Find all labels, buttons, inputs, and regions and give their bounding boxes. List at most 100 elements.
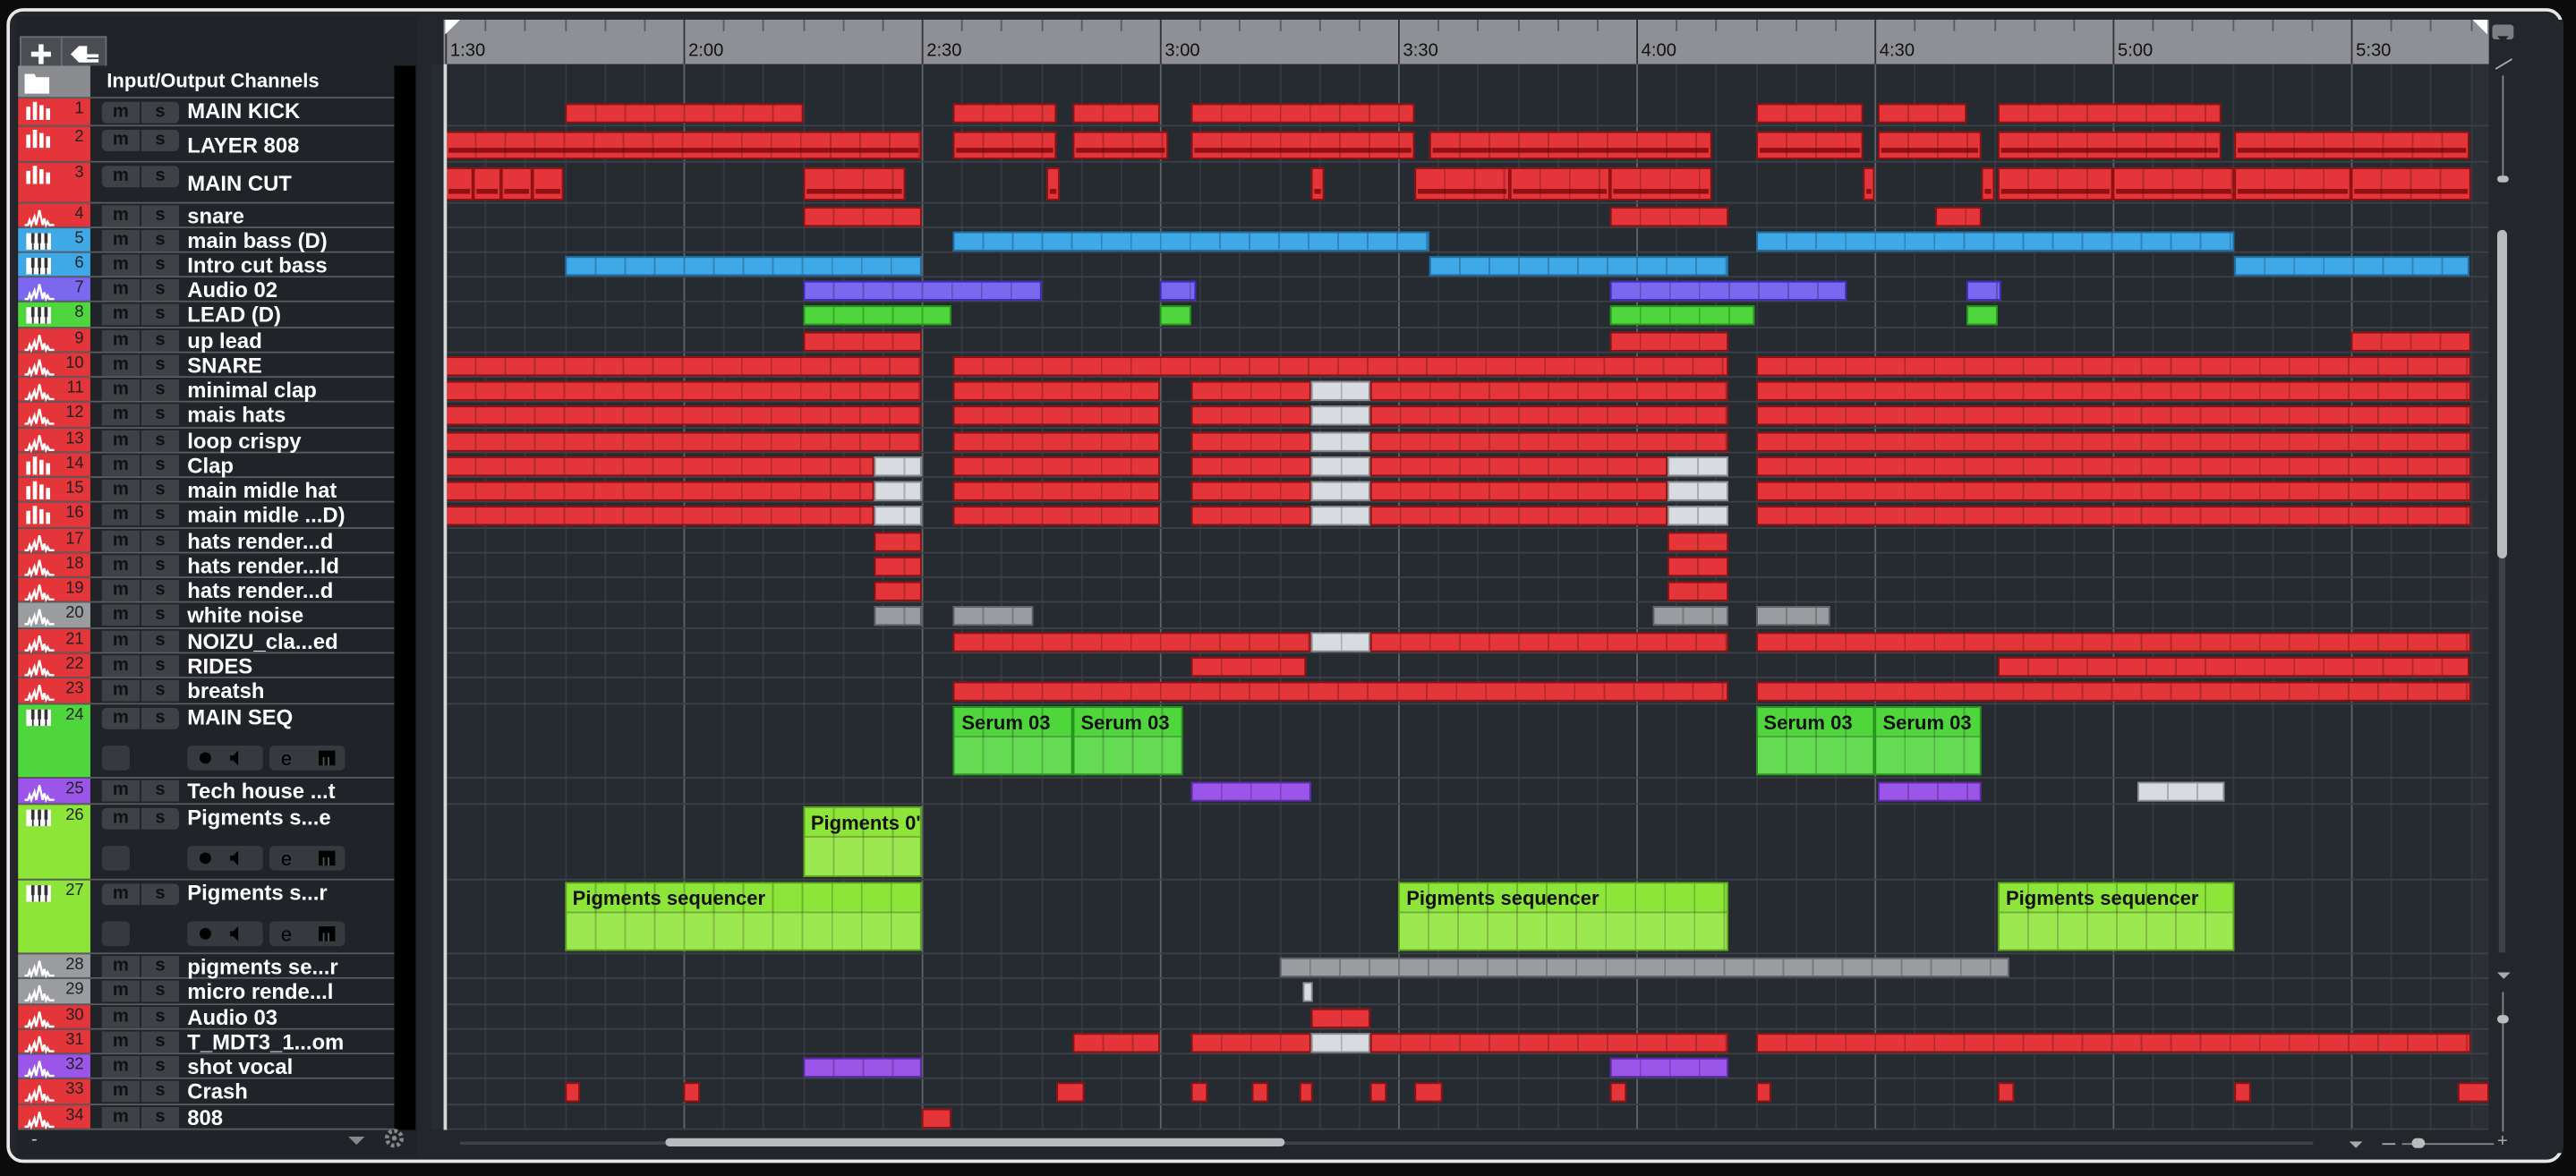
- time-ruler[interactable]: 1:30 2:00 2:30 3:00 3:30 4:00 4:30 5:00 5:30: [443, 20, 2489, 64]
- event-clip[interactable]: [1278, 957, 2010, 977]
- track-name[interactable]: micro rende...l: [187, 979, 333, 1004]
- track-header[interactable]: 15 m s main midle hat: [18, 478, 395, 503]
- event-clip[interactable]: [1310, 379, 1370, 400]
- mute-button[interactable]: m: [101, 1006, 141, 1028]
- solo-button[interactable]: s: [141, 1106, 180, 1129]
- track-lane[interactable]: [443, 303, 2489, 329]
- track-name[interactable]: MAIN KICK: [187, 98, 300, 124]
- event-clip[interactable]: [1755, 130, 1863, 159]
- track-name[interactable]: Crash: [187, 1079, 248, 1104]
- piano-keys-icon[interactable]: [319, 750, 336, 766]
- track-header[interactable]: 5 m s main bass (D): [18, 228, 395, 253]
- track-lane[interactable]: [443, 629, 2489, 654]
- track-lane[interactable]: [443, 979, 2489, 1006]
- track-name[interactable]: SNARE: [187, 354, 262, 379]
- event-clip[interactable]: [1878, 102, 1967, 123]
- vertical-zoom-slider[interactable]: [2502, 992, 2504, 1132]
- event-clip[interactable]: [1299, 1082, 1314, 1103]
- vertical-zoom-handle[interactable]: [2496, 1015, 2509, 1024]
- event-clip[interactable]: [1997, 102, 2222, 123]
- event-clip[interactable]: [1862, 166, 1875, 200]
- track-lane[interactable]: [443, 578, 2489, 603]
- event-clip[interactable]: [1755, 631, 2470, 652]
- monitor-speaker-icon[interactable]: [229, 750, 239, 766]
- track-color-cell[interactable]: 20: [18, 602, 90, 628]
- track-name[interactable]: MAIN SEQ: [187, 704, 293, 729]
- track-lane[interactable]: Pigments sequencer Pigments sequencer Pigm…: [443, 881, 2489, 955]
- track-header[interactable]: 28 m s pigments se...r: [18, 954, 395, 979]
- track-extra-button[interactable]: [101, 921, 131, 947]
- solo-button[interactable]: s: [141, 504, 180, 526]
- event-clip[interactable]: [1369, 506, 1668, 526]
- track-name[interactable]: shot vocal: [187, 1054, 293, 1079]
- solo-button[interactable]: s: [141, 229, 180, 251]
- track-lane[interactable]: [443, 403, 2489, 429]
- track-lane[interactable]: [443, 204, 2489, 229]
- event-clip[interactable]: [1755, 430, 2470, 451]
- piano-keys-icon[interactable]: [319, 850, 336, 866]
- event-clip[interactable]: [953, 456, 1160, 476]
- edit-instrument-icon[interactable]: e: [281, 747, 292, 770]
- event-clip[interactable]: [532, 166, 565, 200]
- mute-button[interactable]: m: [101, 254, 141, 277]
- solo-button[interactable]: s: [141, 354, 180, 377]
- event-clip[interactable]: [953, 480, 1160, 500]
- zoom-menu-icon[interactable]: [2346, 1138, 2366, 1152]
- solo-button[interactable]: s: [141, 1080, 180, 1103]
- track-header[interactable]: 16 m s main midle ...D): [18, 502, 395, 529]
- event-clip[interactable]: [874, 531, 922, 551]
- event-clip[interactable]: [2458, 1082, 2489, 1103]
- track-header[interactable]: 10 m s SNARE: [18, 353, 395, 379]
- track-name[interactable]: minimal clap: [187, 378, 317, 403]
- solo-button[interactable]: s: [141, 278, 180, 301]
- mute-button[interactable]: m: [101, 780, 141, 802]
- track-lane[interactable]: [443, 228, 2489, 253]
- track-color-cell[interactable]: 22: [18, 653, 90, 678]
- event-clip[interactable]: [921, 1107, 951, 1128]
- track-name[interactable]: LAYER 808: [187, 132, 299, 158]
- track-lane[interactable]: [443, 454, 2489, 479]
- triangle-down-icon[interactable]: [346, 1135, 366, 1148]
- event-clip[interactable]: [1966, 305, 1998, 326]
- event-clip[interactable]: [1369, 1082, 1386, 1103]
- track-lane[interactable]: [443, 126, 2489, 163]
- event-clip[interactable]: [1755, 1032, 2470, 1052]
- gear-icon[interactable]: [383, 1127, 406, 1150]
- mute-button[interactable]: m: [101, 604, 141, 626]
- solo-button[interactable]: s: [141, 1031, 180, 1053]
- track-header[interactable]: 32 m s shot vocal: [18, 1054, 395, 1079]
- left-locator-marker[interactable]: [445, 20, 460, 35]
- track-header[interactable]: 31 m s T_MDT3_1...om: [18, 1029, 395, 1055]
- event-clip[interactable]: [1997, 1082, 2014, 1103]
- mute-button[interactable]: m: [101, 530, 141, 552]
- event-clip[interactable]: [445, 166, 473, 200]
- track-lane[interactable]: [443, 1030, 2489, 1055]
- track-color-cell[interactable]: 1: [18, 98, 90, 125]
- track-header[interactable]: 20 m s white noise: [18, 602, 395, 629]
- record-enable-icon[interactable]: [200, 752, 211, 764]
- track-color-cell[interactable]: 27: [18, 880, 90, 953]
- mute-button[interactable]: m: [101, 379, 141, 401]
- event-clip[interactable]: [1072, 1032, 1160, 1052]
- track-header[interactable]: 23 m s breatsh: [18, 677, 395, 705]
- event-clip[interactable]: [1609, 166, 1712, 200]
- solo-button[interactable]: s: [141, 430, 180, 452]
- event-clip[interactable]: Pigments sequencer: [564, 882, 922, 951]
- edit-instrument-icon[interactable]: e: [281, 924, 292, 946]
- event-clip[interactable]: [2234, 166, 2351, 200]
- track-color-cell[interactable]: 19: [18, 577, 90, 603]
- event-clip[interactable]: [1668, 480, 1729, 500]
- event-clip[interactable]: [1191, 456, 1311, 476]
- event-clip[interactable]: [445, 379, 922, 400]
- track-lane[interactable]: Serum 03 Serum 03 Serum 03 Serum 03: [443, 704, 2489, 779]
- track-color-cell[interactable]: 18: [18, 553, 90, 578]
- event-clip[interactable]: [1310, 506, 1370, 526]
- event-clip[interactable]: [445, 355, 922, 376]
- mute-button[interactable]: m: [101, 807, 141, 830]
- mute-button[interactable]: m: [101, 555, 141, 577]
- event-clip[interactable]: [1302, 982, 1313, 1002]
- event-clip[interactable]: [2350, 166, 2470, 200]
- event-clip[interactable]: [1982, 166, 1994, 200]
- track-header[interactable]: 9 m s up lead: [18, 328, 395, 354]
- track-header[interactable]: 19 m s hats render...d: [18, 577, 395, 603]
